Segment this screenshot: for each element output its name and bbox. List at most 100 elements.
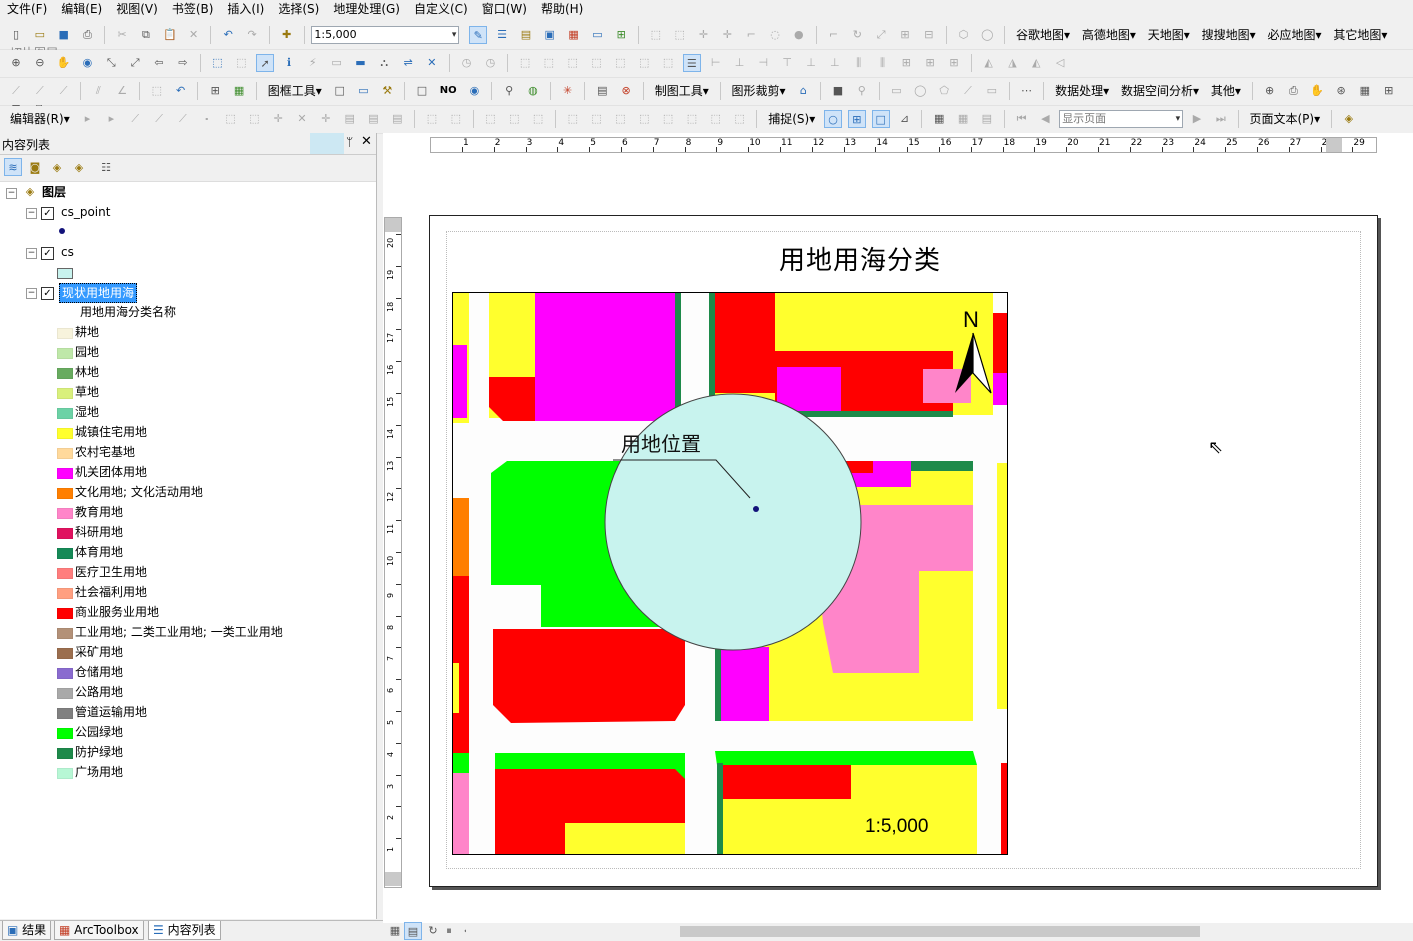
legend-swatch[interactable]: [57, 568, 73, 579]
move-icon[interactable]: ✛: [695, 26, 713, 44]
legend-swatch[interactable]: [57, 508, 73, 519]
collapse-icon[interactable]: −: [26, 248, 37, 259]
grid-tool-icon[interactable]: ⊞: [206, 82, 224, 100]
computer-icon[interactable]: ▭: [354, 82, 372, 100]
last-tool-icon[interactable]: ◈: [1340, 110, 1358, 128]
list-by-drawing-order-icon[interactable]: ≋: [4, 158, 22, 176]
distribute-v-icon[interactable]: ⫼: [873, 54, 891, 72]
end-point-arc-icon[interactable]: ⟋: [150, 110, 168, 128]
basemap-other[interactable]: 其它地图▾: [1329, 26, 1391, 44]
catalog-icon[interactable]: ▤: [517, 26, 535, 44]
line-tool-icon[interactable]: ⟋: [7, 82, 25, 100]
table-icon[interactable]: ⊟: [920, 26, 938, 44]
menu-item[interactable]: 插入(I): [220, 0, 271, 18]
size2-icon[interactable]: ⊞: [921, 54, 939, 72]
list-by-visibility-icon[interactable]: ◈: [48, 159, 66, 177]
save2-icon[interactable]: ■: [829, 82, 847, 100]
validate-icon[interactable]: ⬚: [505, 110, 523, 128]
layout-zoom-in-icon[interactable]: ⬚: [516, 54, 534, 72]
fix-topo-icon[interactable]: ⬚: [481, 110, 499, 128]
html-popup-icon[interactable]: ▭: [328, 54, 346, 72]
layout-tool3-icon[interactable]: ▤: [978, 110, 996, 128]
scale-text[interactable]: 1:5,000: [865, 816, 928, 838]
select-by-rect-icon[interactable]: ⬚: [208, 54, 226, 72]
back-icon[interactable]: ⇦: [150, 54, 168, 72]
pan-icon[interactable]: ✋: [55, 54, 73, 72]
world-icon[interactable]: ◍: [524, 82, 542, 100]
legend-swatch[interactable]: [57, 368, 73, 379]
editor-toolbar-icon[interactable]: ✎: [469, 26, 488, 44]
modelbuilder-icon[interactable]: ⊞: [612, 26, 630, 44]
edit-annotation-icon[interactable]: ▸: [102, 110, 120, 128]
cut-icon[interactable]: ✂: [113, 26, 131, 44]
legend-swatch[interactable]: [57, 728, 73, 739]
legend-swatch[interactable]: [57, 628, 73, 639]
small-square-icon[interactable]: □: [331, 82, 349, 100]
full-extent-icon[interactable]: ◉: [78, 54, 96, 72]
basemap-tianditu[interactable]: 天地图▾: [1144, 26, 1194, 44]
fixed-zoom-in-icon[interactable]: ⤡: [102, 54, 120, 72]
other-menu[interactable]: 其他▾: [1207, 82, 1245, 100]
split2-icon[interactable]: ✕: [293, 110, 311, 128]
smooth-icon[interactable]: ◯: [978, 26, 996, 44]
fixed-zoom-out-icon[interactable]: ⤢: [126, 54, 144, 72]
trace-icon[interactable]: ⟋: [174, 110, 192, 128]
topology-icon[interactable]: ⌐: [825, 26, 843, 44]
legend-swatch[interactable]: [57, 408, 73, 419]
target-icon[interactable]: ⊛: [1332, 82, 1350, 100]
align-left-icon[interactable]: ⊢: [707, 54, 725, 72]
legend-swatch[interactable]: [57, 428, 73, 439]
paste-icon[interactable]: 📋: [161, 26, 179, 44]
select-elements-icon[interactable]: ➚: [256, 54, 275, 72]
editor-menu[interactable]: 编辑器(R)▾: [6, 110, 74, 128]
straight-segment-icon[interactable]: ⟋: [126, 110, 144, 128]
rect2-icon[interactable]: ▭: [887, 82, 905, 100]
route-icon[interactable]: ⇌: [399, 54, 417, 72]
legend-swatch[interactable]: [57, 648, 73, 659]
page-display-combo[interactable]: 显示页面 ▾: [1059, 110, 1184, 128]
collapse-icon[interactable]: −: [26, 288, 37, 299]
tab-toc[interactable]: ☰ 内容列表: [148, 921, 221, 940]
rect3-icon[interactable]: ▭: [983, 82, 1001, 100]
layout-view-icon[interactable]: ▤: [404, 922, 422, 940]
list-by-selection-icon[interactable]: ◈: [70, 159, 88, 177]
split-icon[interactable]: ✛: [718, 26, 736, 44]
search-window-icon[interactable]: ▣: [541, 26, 559, 44]
rotate-icon[interactable]: ↻: [848, 26, 866, 44]
layer-checkbox[interactable]: ✓: [41, 207, 54, 220]
point-icon[interactable]: ⬝: [198, 110, 216, 128]
layer-cs-point[interactable]: cs_point: [61, 202, 110, 222]
wand-icon[interactable]: ⚒: [378, 82, 396, 100]
sketch-icon[interactable]: ⌐: [742, 26, 760, 44]
square-icon[interactable]: □: [413, 82, 431, 100]
goto-xy-icon[interactable]: ✕: [423, 54, 441, 72]
scale-icon[interactable]: ⤢: [872, 26, 890, 44]
geo-tool7-icon[interactable]: ⬚: [707, 110, 725, 128]
align-center-icon[interactable]: ⊥: [731, 54, 749, 72]
viewer-icon[interactable]: ◷: [481, 54, 499, 72]
add-data-icon[interactable]: ✚: [278, 26, 296, 44]
align-right-icon[interactable]: ⊣: [754, 54, 772, 72]
create-features-icon[interactable]: ▤: [388, 110, 406, 128]
copy-icon[interactable]: ⧉: [137, 26, 155, 44]
time-slider-icon[interactable]: ◷: [458, 54, 476, 72]
edit-vertices2-icon[interactable]: ⬚: [222, 110, 240, 128]
collapse-icon[interactable]: −: [6, 188, 17, 199]
send-back-icon[interactable]: ⬚: [635, 54, 653, 72]
new-icon[interactable]: ▯: [7, 26, 25, 44]
select-features-icon[interactable]: ⬚: [647, 26, 665, 44]
geo-tool5-icon[interactable]: ⬚: [659, 110, 677, 128]
refresh-icon[interactable]: ↶: [172, 82, 190, 100]
legend-swatch[interactable]: [57, 388, 73, 399]
point-snap-icon[interactable]: ○: [824, 110, 843, 128]
layout-zoom-out-icon[interactable]: ⬚: [540, 54, 558, 72]
graphic-clip-menu[interactable]: 图形裁剪▾: [727, 82, 789, 100]
zoom-in-icon[interactable]: ⊕: [7, 54, 25, 72]
legend-swatch[interactable]: [57, 608, 73, 619]
legend-swatch[interactable]: [57, 488, 73, 499]
legend-swatch[interactable]: [57, 768, 73, 779]
pause-icon[interactable]: ⏸: [440, 922, 458, 940]
legend-swatch[interactable]: [57, 528, 73, 539]
delete-icon[interactable]: ✕: [185, 26, 203, 44]
python-icon[interactable]: ▭: [588, 26, 606, 44]
